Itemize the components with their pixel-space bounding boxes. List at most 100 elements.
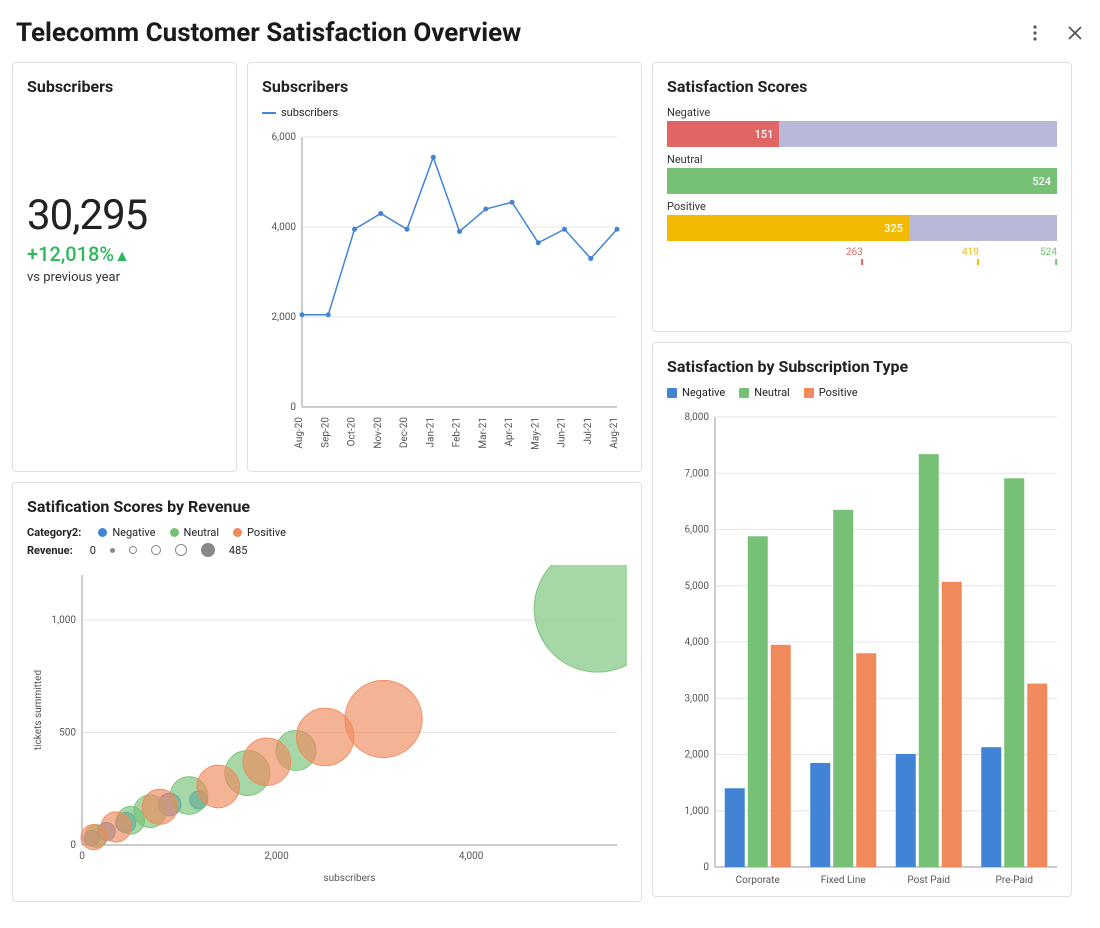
- satisfaction-bars-title: Satisfaction Scores: [667, 77, 1057, 96]
- hbar-axis: 263 419 524: [667, 247, 1057, 267]
- kpi-change: +12,018%▲: [27, 242, 222, 266]
- bubble-size-legend: Revenue: 0 485: [27, 543, 627, 557]
- svg-text:0: 0: [703, 862, 709, 873]
- svg-text:1,000: 1,000: [685, 806, 710, 817]
- svg-text:Aug-20: Aug-20: [294, 417, 305, 449]
- legend-item-positive: Positive: [233, 526, 286, 539]
- svg-text:7,000: 7,000: [685, 468, 710, 479]
- legend-label: subscribers: [281, 106, 338, 119]
- svg-text:Nov-20: Nov-20: [373, 417, 384, 449]
- svg-text:Mar-21: Mar-21: [478, 417, 489, 449]
- bubble-legend-title: Category2:: [27, 526, 81, 539]
- hbar-fill: 151: [667, 121, 779, 147]
- grouped-bar-chart: 01,0002,0003,0004,0005,0006,0007,0008,00…: [667, 407, 1062, 897]
- bubble-category-legend: Category2: Negative Neutral Positive: [27, 526, 627, 539]
- dashboard-grid: Subscribers 30,295 +12,018%▲ vs previous…: [12, 62, 1088, 902]
- svg-text:0: 0: [290, 402, 296, 413]
- svg-text:6,000: 6,000: [685, 525, 710, 536]
- legend-label: Neutral: [754, 386, 790, 399]
- svg-text:Sep-20: Sep-20: [320, 417, 331, 448]
- header-actions: [1026, 24, 1084, 42]
- hbar-track: 325: [667, 215, 1057, 241]
- svg-text:1,000: 1,000: [52, 615, 77, 626]
- more-icon[interactable]: [1026, 24, 1044, 42]
- kpi-change-text: +12,018%: [27, 242, 114, 266]
- line-chart: 02,0004,0006,000Aug-20Sep-20Oct-20Nov-20…: [262, 127, 627, 467]
- hbar-axis-tick: 263: [846, 247, 863, 265]
- line-chart-legend: subscribers: [262, 106, 627, 119]
- hbar-axis-tick: 524: [1040, 247, 1057, 265]
- hbar-label: Neutral: [667, 153, 1057, 166]
- hbar-fill: 524: [667, 168, 1057, 194]
- kpi-card: Subscribers 30,295 +12,018%▲ vs previous…: [12, 62, 237, 472]
- svg-text:4,000: 4,000: [272, 222, 297, 233]
- grouped-bar-card: Satisfaction by Subscription Type Negati…: [652, 342, 1072, 897]
- legend-item-negative: Negative: [667, 386, 725, 399]
- dashboard: Telecomm Customer Satisfaction Overview …: [0, 0, 1100, 914]
- satisfaction-bars-card: Satisfaction Scores Negative 151 Neutral 52…: [652, 62, 1072, 332]
- legend-label: Negative: [112, 526, 155, 539]
- close-icon[interactable]: [1066, 24, 1084, 42]
- legend-item-subscribers: subscribers: [262, 106, 338, 119]
- bubble-size-title: Revenue:: [27, 544, 73, 557]
- size-dot-icon: [129, 546, 137, 554]
- svg-text:0: 0: [70, 840, 76, 851]
- dashboard-header: Telecomm Customer Satisfaction Overview: [12, 12, 1088, 62]
- svg-text:Fixed Line: Fixed Line: [821, 875, 866, 886]
- bubble-size-max: 485: [229, 544, 248, 557]
- size-dot-icon: [175, 544, 187, 556]
- grouped-bar-legend: Negative Neutral Positive: [667, 386, 1057, 399]
- legend-square-icon: [739, 388, 749, 398]
- svg-text:8,000: 8,000: [685, 412, 710, 423]
- legend-square-icon: [667, 388, 677, 398]
- svg-text:4,000: 4,000: [459, 851, 484, 862]
- kpi-sublabel: vs previous year: [27, 270, 222, 285]
- hbar-track: 151: [667, 121, 1057, 147]
- svg-text:Corporate: Corporate: [736, 875, 780, 886]
- svg-text:3,000: 3,000: [685, 693, 710, 704]
- legend-item-neutral: Neutral: [739, 386, 790, 399]
- page-title: Telecomm Customer Satisfaction Overview: [16, 18, 521, 48]
- legend-item-positive: Positive: [804, 386, 858, 399]
- svg-text:2,000: 2,000: [685, 750, 710, 761]
- bubble-size-min: 0: [90, 544, 96, 557]
- hbar-track: 524: [667, 168, 1057, 194]
- kpi-title: Subscribers: [27, 77, 222, 96]
- hbar-label: Positive: [667, 200, 1057, 213]
- svg-text:Pre-Paid: Pre-Paid: [996, 875, 1033, 886]
- svg-text:0: 0: [79, 851, 85, 862]
- grouped-bar-title: Satisfaction by Subscription Type: [667, 357, 1057, 376]
- svg-text:Feb-21: Feb-21: [452, 417, 463, 447]
- hbar-label: Negative: [667, 106, 1057, 119]
- svg-text:Post Paid: Post Paid: [907, 875, 950, 886]
- legend-item-neutral: Neutral: [170, 526, 220, 539]
- svg-text:tickets summitted: tickets summitted: [33, 670, 44, 750]
- size-dot-icon: [110, 548, 115, 553]
- bubble-chart-title: Satification Scores by Revenue: [27, 497, 627, 516]
- hbar-axis-tick: 419: [962, 247, 979, 265]
- svg-text:6,000: 6,000: [272, 132, 297, 143]
- legend-label: Negative: [682, 386, 725, 399]
- legend-dot-icon: [233, 528, 242, 537]
- svg-text:2,000: 2,000: [264, 851, 289, 862]
- size-dot-icon: [201, 543, 215, 557]
- satisfaction-bars: Negative 151 Neutral 524 Positive 325 263 419 52…: [667, 106, 1057, 267]
- legend-label: Positive: [247, 526, 286, 539]
- size-dot-icon: [151, 545, 161, 555]
- svg-text:2,000: 2,000: [272, 312, 297, 323]
- svg-text:Jan-21: Jan-21: [425, 417, 436, 447]
- hbar-fill: 325: [667, 215, 909, 241]
- hbar-row: Neutral 524: [667, 153, 1057, 194]
- legend-dot-icon: [98, 528, 107, 537]
- svg-text:4,000: 4,000: [685, 637, 710, 648]
- svg-text:Jun-21: Jun-21: [557, 417, 568, 448]
- hbar-row: Positive 325: [667, 200, 1057, 241]
- hbar-row: Negative 151: [667, 106, 1057, 147]
- up-arrow-icon: ▲: [114, 246, 130, 265]
- legend-label: Positive: [819, 386, 858, 399]
- kpi-value: 30,295: [27, 191, 222, 240]
- line-chart-title: Subscribers: [262, 77, 627, 96]
- svg-text:May-21: May-21: [530, 417, 541, 450]
- svg-text:subscribers: subscribers: [324, 873, 376, 884]
- svg-text:Jul-21: Jul-21: [583, 417, 594, 444]
